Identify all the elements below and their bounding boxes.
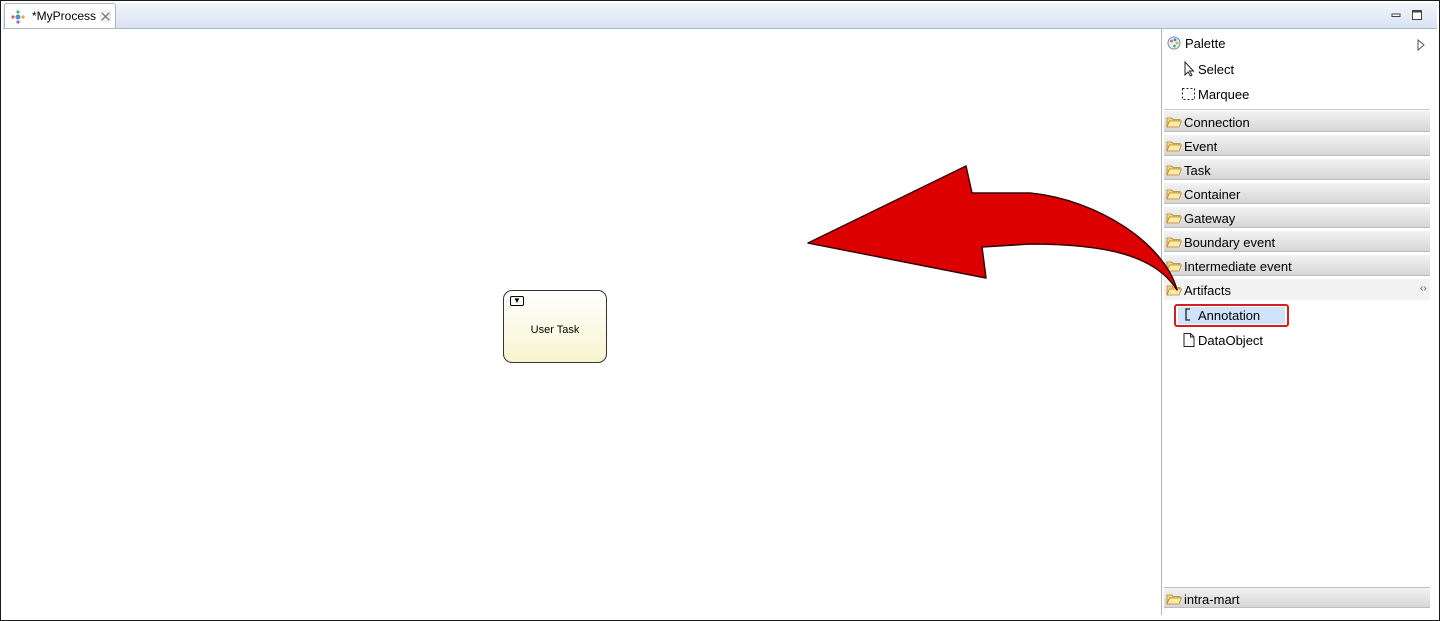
palette-header[interactable]: Palette [1162, 31, 1438, 53]
pin-icon[interactable]: ‹› [1420, 283, 1427, 294]
palette-icon [1167, 36, 1181, 50]
annotation-icon [1185, 308, 1190, 321]
drawer-container[interactable]: Container [1164, 183, 1430, 204]
select-arrow-icon [1184, 61, 1195, 77]
drawer-artifacts[interactable]: Artifacts ‹› [1164, 279, 1430, 300]
drawer-task[interactable]: Task [1164, 159, 1430, 180]
tool-marquee[interactable]: Marquee [1178, 83, 1428, 105]
drawer-gateway[interactable]: Gateway [1164, 207, 1430, 228]
palette-title: Palette [1185, 36, 1226, 51]
drawer-label: Task [1184, 163, 1211, 178]
editor-tab-label: *MyProcess [32, 9, 97, 23]
drawer-label: Container [1184, 187, 1241, 202]
drawer-label: Boundary event [1184, 235, 1276, 250]
drawer-intra-mart[interactable]: intra-mart [1164, 587, 1430, 608]
folder-open-icon [1166, 285, 1182, 296]
close-icon[interactable] [100, 11, 111, 22]
drawer-boundary-event[interactable]: Boundary event [1164, 231, 1430, 252]
folder-open-icon [1166, 165, 1182, 176]
drawer-label: intra-mart [1184, 592, 1240, 607]
folder-open-icon [1166, 237, 1182, 248]
tool-marquee-label: Marquee [1198, 87, 1250, 102]
drawer-label: Intermediate event [1184, 259, 1292, 274]
folder-open-icon [1166, 141, 1182, 152]
editor-window: *MyProcess ▼ User Task Palette Select Ma… [0, 0, 1440, 621]
folder-open-icon [1166, 117, 1182, 128]
palette-separator [1164, 109, 1430, 110]
diagram-canvas[interactable]: ▼ User Task [3, 29, 1160, 616]
minimize-icon[interactable] [1390, 9, 1402, 21]
editor-tab-myprocess[interactable]: *MyProcess [4, 3, 116, 28]
tool-dataobject-label: DataObject [1198, 333, 1264, 348]
drawer-label: Gateway [1184, 211, 1236, 226]
tool-select[interactable]: Select [1178, 58, 1428, 80]
user-task-icon: ▼ [510, 296, 524, 306]
folder-open-icon [1166, 213, 1182, 224]
folder-open-icon [1166, 189, 1182, 200]
editor-tab-strip: *MyProcess [3, 3, 1437, 29]
tool-dataobject[interactable]: DataObject [1178, 329, 1428, 351]
data-object-icon [1183, 333, 1195, 347]
user-task-label: User Task [530, 324, 580, 336]
palette-panel: Palette Select Marquee Connection Event [1161, 29, 1439, 615]
marquee-icon [1182, 88, 1195, 100]
drawer-label: Event [1184, 139, 1218, 154]
tool-select-label: Select [1198, 62, 1235, 77]
drawer-connection[interactable]: Connection [1164, 111, 1430, 132]
drawer-label: Connection [1184, 115, 1250, 130]
drawer-intermediate-event[interactable]: Intermediate event [1164, 255, 1430, 276]
process-icon [11, 10, 25, 24]
user-task-node[interactable]: ▼ User Task [503, 290, 607, 363]
tool-annotation[interactable]: Annotation [1178, 304, 1428, 326]
palette-collapse-icon[interactable] [1416, 39, 1426, 51]
tool-annotation-label: Annotation [1198, 308, 1261, 323]
drawer-event[interactable]: Event [1164, 135, 1430, 156]
folder-open-icon [1166, 594, 1182, 605]
drawer-label: Artifacts [1184, 283, 1231, 298]
folder-open-icon [1166, 261, 1182, 272]
maximize-icon[interactable] [1411, 9, 1423, 21]
